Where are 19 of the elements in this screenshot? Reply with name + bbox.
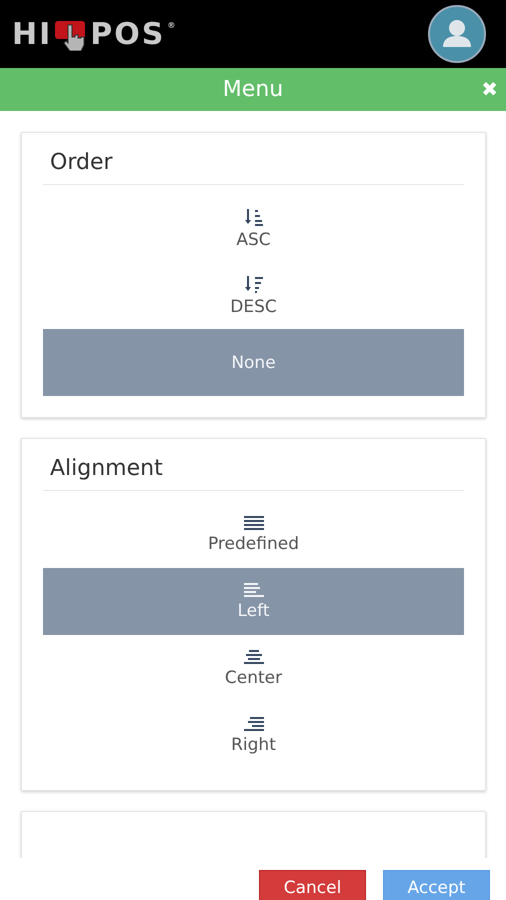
option-button[interactable]: ASC [43, 195, 464, 262]
logo-text: HI [12, 16, 52, 52]
sort-descending-icon [244, 274, 264, 294]
registered-mark: ® [167, 20, 178, 30]
align-right-icon [244, 716, 264, 732]
align-justify-icon [244, 515, 264, 531]
option-button[interactable]: Center [43, 635, 464, 702]
option-button[interactable]: Right [43, 702, 464, 769]
option-button[interactable]: DESC [43, 262, 464, 329]
sort-ascending-icon [244, 207, 264, 227]
align-left-icon [244, 582, 264, 598]
section-title: Alignment [43, 439, 464, 491]
align-center-icon [244, 649, 264, 665]
menu-title: Menu [222, 77, 284, 102]
section-title: Order [43, 133, 464, 185]
logo-text: POS [90, 16, 166, 52]
cancel-button[interactable]: Cancel [259, 870, 366, 900]
option-button[interactable]: Predefined [43, 501, 464, 568]
user-avatar-icon[interactable] [428, 5, 486, 63]
